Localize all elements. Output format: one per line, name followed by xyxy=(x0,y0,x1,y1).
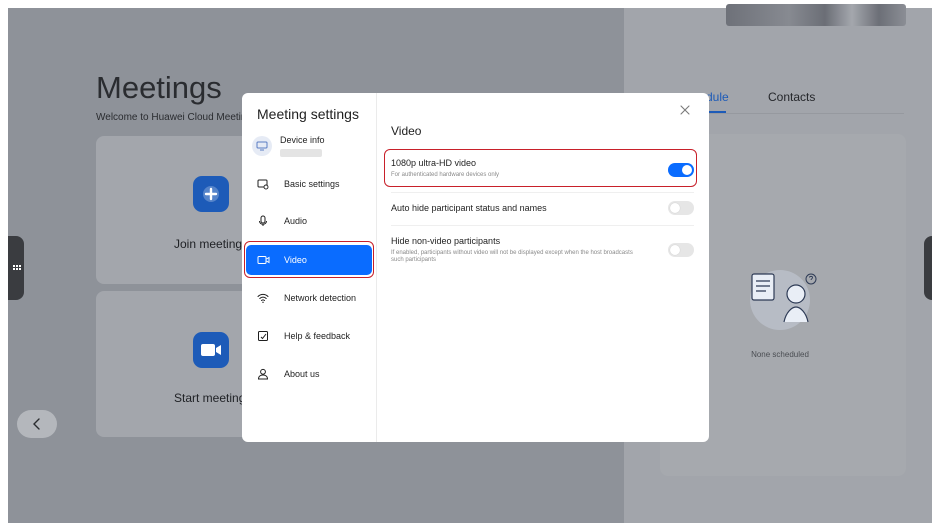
microphone-icon xyxy=(256,214,270,228)
setting-description: For authenticated hardware devices only xyxy=(391,172,500,178)
setting-auto-hide-status: Auto hide participant status and names xyxy=(391,203,695,213)
setting-title: 1080p ultra-HD video xyxy=(391,158,477,168)
sidebar-item-label: Network detection xyxy=(284,293,357,303)
sidebar-item-device-info[interactable]: Device info xyxy=(250,132,370,164)
sidebar-item-network-detection[interactable]: Network detection xyxy=(246,284,372,312)
person-icon xyxy=(256,367,270,381)
tab-contacts[interactable]: Contacts xyxy=(768,90,815,104)
close-icon[interactable] xyxy=(678,103,692,117)
sidebar-item-label: Basic settings xyxy=(284,179,340,189)
device-icon xyxy=(252,136,272,156)
right-drawer-handle[interactable] xyxy=(924,236,932,300)
side-drawer-handle[interactable] xyxy=(8,236,24,300)
wifi-icon xyxy=(256,291,270,305)
sidebar-item-help-feedback[interactable]: Help & feedback xyxy=(246,322,372,350)
sidebar-item-label: About us xyxy=(284,369,320,379)
section-title: Video xyxy=(391,124,422,138)
plus-icon xyxy=(193,176,229,212)
sidebar-item-basic-settings[interactable]: Basic settings xyxy=(246,170,372,198)
grid-icon xyxy=(13,265,21,270)
feedback-icon xyxy=(256,329,270,343)
settings-sidebar: Meeting settings Device info Basic setti… xyxy=(242,93,377,442)
video-nav-highlight xyxy=(244,241,374,278)
sidebar-item-audio[interactable]: Audio xyxy=(246,207,372,235)
setting-hide-non-video: Hide non-video participants If enabled, … xyxy=(391,236,695,264)
chevron-left-icon xyxy=(33,418,40,430)
setting-1080p-video: 1080p ultra-HD video For authenticated h… xyxy=(391,158,695,179)
page-subtitle: Welcome to Huawei Cloud Meetin xyxy=(96,112,247,123)
setting-title: Auto hide participant status and names xyxy=(391,203,547,213)
toggle-auto-hide-status[interactable] xyxy=(668,201,694,215)
tab-schedule[interactable]: dule xyxy=(706,90,729,104)
empty-schedule-text: None scheduled xyxy=(751,350,809,359)
meeting-settings-dialog: Meeting settings Device info Basic setti… xyxy=(242,93,709,442)
sidebar-item-about-us[interactable]: About us xyxy=(246,360,372,388)
device-id-blurred xyxy=(280,149,322,157)
page-title: Meetings xyxy=(96,70,222,105)
device-info-label: Device info xyxy=(280,135,325,145)
start-meeting-label: Start meeting xyxy=(174,391,246,405)
sidebar-item-label: Help & feedback xyxy=(284,331,351,341)
setting-title: Hide non-video participants xyxy=(391,236,501,246)
divider xyxy=(391,192,694,193)
video-camera-icon xyxy=(193,332,229,368)
tab-divider xyxy=(700,113,904,114)
toggle-1080p-video[interactable] xyxy=(668,163,694,177)
setting-description: If enabled, participants without video w… xyxy=(391,250,633,263)
dialog-title: Meeting settings xyxy=(257,106,359,122)
join-meeting-label: Join meeting xyxy=(174,237,243,251)
settings-content: Video 1080p ultra-HD video For authentic… xyxy=(378,93,709,442)
blurred-account-info xyxy=(726,4,906,26)
sidebar-item-label: Audio xyxy=(284,216,308,226)
empty-schedule-illustration xyxy=(740,264,820,332)
back-button[interactable] xyxy=(17,410,57,438)
divider xyxy=(391,225,694,226)
basic-settings-icon xyxy=(256,177,270,191)
toggle-hide-non-video[interactable] xyxy=(668,243,694,257)
